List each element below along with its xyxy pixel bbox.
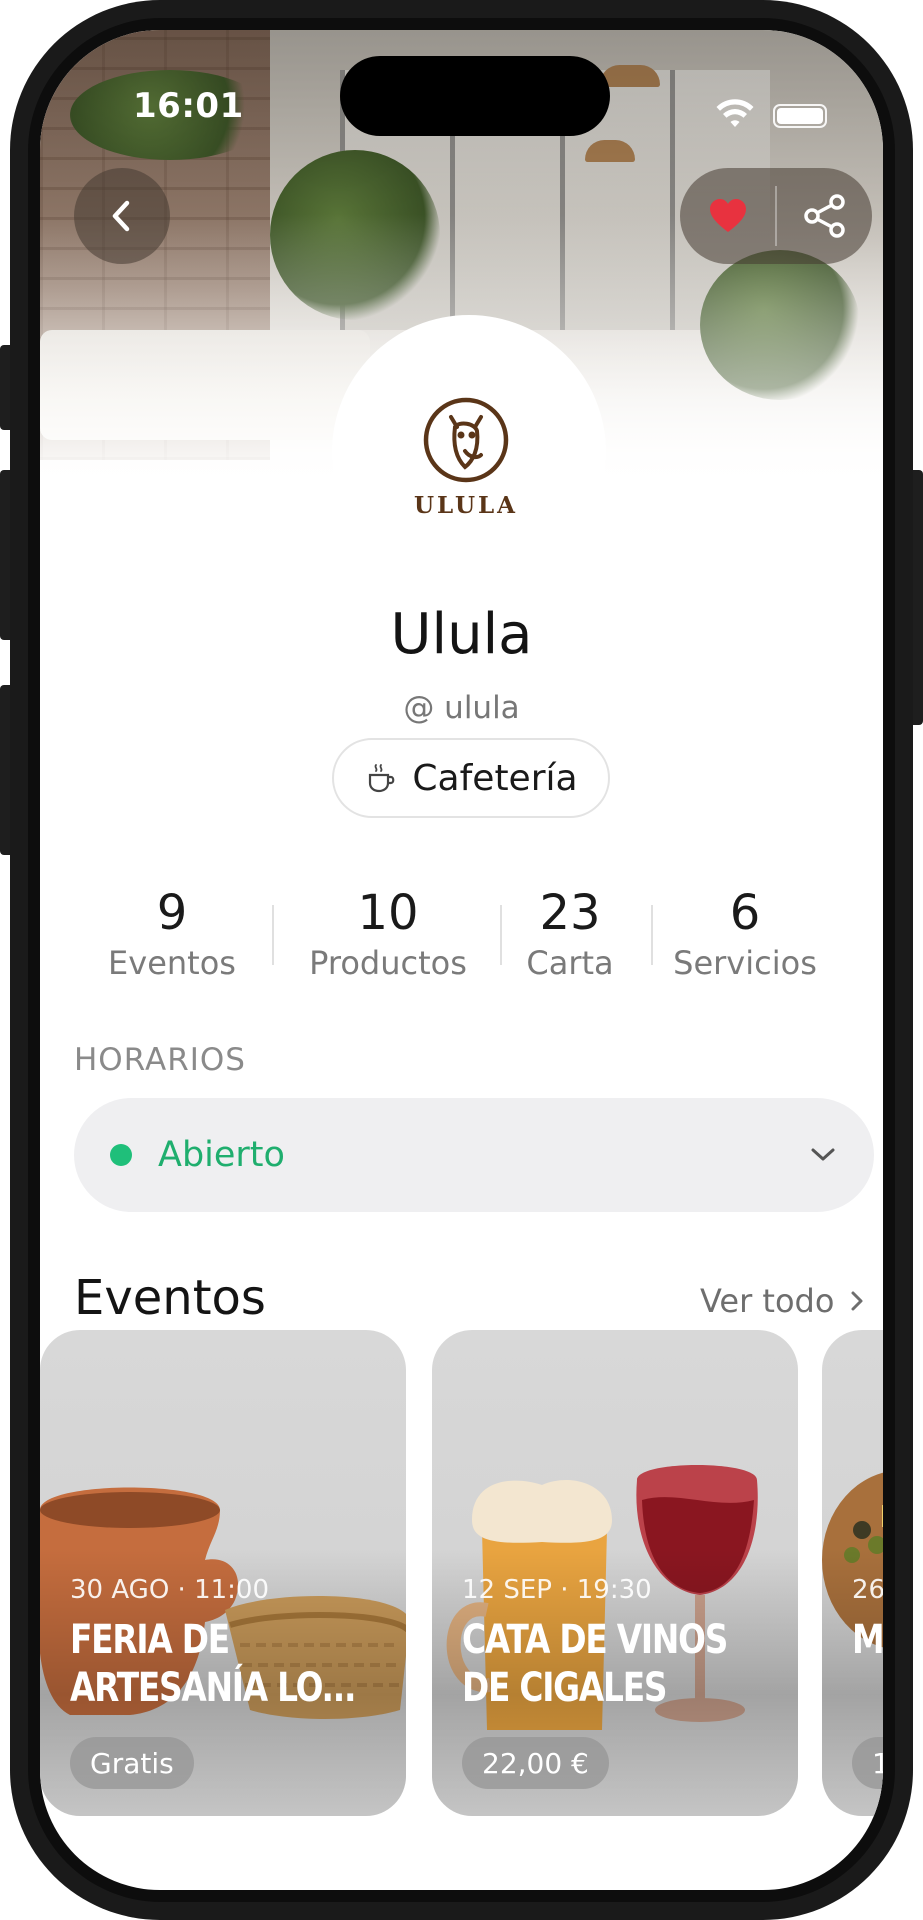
stat-label: Productos: [309, 944, 467, 982]
stats-row: 9 Eventos 10 Productos 23 Carta 6 Servic…: [40, 885, 883, 995]
stat-value: 9: [156, 885, 188, 941]
event-card[interactable]: 30 AGO · 11:00 FERIA DE ARTESANÍA LO... …: [40, 1330, 406, 1816]
stat-value: 6: [729, 885, 761, 941]
profile-name: Ulula: [390, 602, 533, 667]
coffee-cup-icon: [369, 764, 395, 793]
open-status-dot: [110, 1144, 132, 1166]
see-all-link[interactable]: Ver todo: [700, 1282, 866, 1320]
wifi-icon: [716, 99, 754, 127]
stat-productos[interactable]: 10 Productos: [293, 885, 483, 985]
stat-value: 23: [539, 885, 601, 941]
chevron-right-icon: [851, 1291, 863, 1311]
chevron-down-icon: [811, 1148, 835, 1161]
event-price-badge: Gratis: [70, 1737, 194, 1789]
share-button[interactable]: [777, 168, 872, 264]
open-status-text: Abierto: [158, 1135, 285, 1175]
screen: 16:01 ULULA Ulula @ ulula Cafetería 9 Ev…: [40, 30, 883, 1890]
event-date: 12 SEP · 19:30: [462, 1575, 652, 1605]
event-title: MO DE: [852, 1617, 883, 1663]
status-time: 16:01: [133, 86, 244, 126]
event-card[interactable]: 26 S MO DE 12: [822, 1330, 883, 1816]
stat-label: Eventos: [108, 944, 236, 982]
favorite-button[interactable]: [680, 168, 775, 264]
heart-icon: [709, 199, 746, 232]
share-icon: [803, 194, 845, 238]
hours-section-label: HORARIOS: [74, 1042, 246, 1078]
event-date: 26 S: [852, 1575, 883, 1605]
logo-wordmark: ULULA: [413, 492, 519, 519]
events-section-title: Eventos: [74, 1270, 266, 1326]
stat-eventos[interactable]: 9 Eventos: [97, 885, 247, 985]
owl-logo-icon: [423, 397, 509, 483]
battery-icon: [773, 104, 827, 128]
dynamic-island: [340, 56, 610, 136]
category-label: Cafetería: [412, 757, 578, 799]
header-actions: [680, 168, 872, 264]
stat-value: 10: [357, 885, 419, 941]
phone-bezel: 16:01 ULULA Ulula @ ulula Cafetería 9 Ev…: [28, 18, 895, 1902]
event-title: FERIA DE ARTESANÍA LO...: [70, 1617, 356, 1711]
stat-divider: [651, 905, 653, 965]
back-button[interactable]: [74, 168, 170, 264]
phone-frame: 16:01 ULULA Ulula @ ulula Cafetería 9 Ev…: [10, 0, 913, 1920]
stat-carta[interactable]: 23 Carta: [510, 885, 630, 985]
stat-servicios[interactable]: 6 Servicios: [655, 885, 835, 985]
see-all-label: Ver todo: [700, 1282, 835, 1320]
profile-handle: @ ulula: [403, 690, 520, 726]
event-title: CATA DE VINOS DE CIGALES: [462, 1617, 728, 1711]
event-price-badge: 22,00 €: [462, 1737, 609, 1789]
hours-dropdown[interactable]: Abierto: [74, 1098, 874, 1212]
category-chip[interactable]: Cafetería: [332, 738, 610, 818]
event-date: 30 AGO · 11:00: [70, 1575, 270, 1605]
stat-divider: [500, 905, 502, 965]
stat-label: Carta: [526, 944, 614, 982]
stat-divider: [272, 905, 274, 965]
chevron-left-icon: [112, 200, 130, 232]
stat-label: Servicios: [673, 944, 817, 982]
event-card[interactable]: 12 SEP · 19:30 CATA DE VINOS DE CIGALES …: [432, 1330, 798, 1816]
